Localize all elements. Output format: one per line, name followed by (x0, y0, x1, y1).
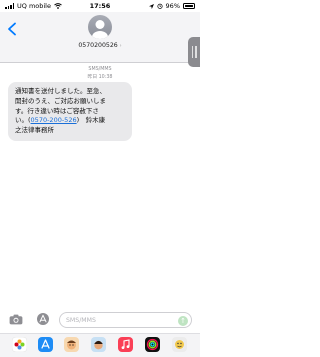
app-drawer (0, 333, 200, 357)
message-line: 開封のうえ、ご対応お願いしま (15, 96, 106, 105)
conversation-header: 0570200526 › (0, 12, 200, 63)
memoji-2-app-icon[interactable] (91, 337, 106, 352)
message-line: す。行き違い時はご容赦下さ (15, 106, 99, 115)
music-app-icon[interactable] (118, 337, 133, 352)
status-right: 96% (148, 0, 195, 12)
memoji-app-icon[interactable] (64, 337, 79, 352)
message-input[interactable]: SMS/MMS ↑ (59, 312, 192, 328)
photos-app-icon[interactable] (12, 337, 27, 352)
contact-details-chevron-icon: › (119, 43, 122, 49)
back-chevron-icon[interactable] (6, 22, 18, 36)
app-store-icon[interactable] (37, 313, 49, 325)
side-drag-handle[interactable] (188, 37, 200, 67)
appstore-app-icon[interactable] (38, 337, 53, 352)
service-label: SMS/MMS (88, 67, 112, 72)
message-text: い。( (15, 116, 31, 125)
game-app-icon[interactable] (172, 337, 187, 352)
alarm-icon (156, 3, 163, 9)
message-text: ) 鈴木康 (76, 116, 106, 125)
send-button[interactable]: ↑ (178, 316, 188, 326)
message-timestamp: 昨日 10:38 (87, 75, 113, 80)
message-line: 通知書を送付しました。至急、 (15, 87, 106, 95)
contact-number-label: 0570200526 (78, 42, 118, 49)
incoming-message-bubble[interactable]: 通知書を送付しました。至急、 開封のうえ、ご対応お願いしま す。行き違い時はご容… (8, 82, 132, 141)
message-line: い。(0570-200-526) 鈴木康 (15, 116, 125, 126)
fitness-app-icon[interactable] (145, 337, 160, 352)
input-placeholder: SMS/MMS (66, 317, 96, 324)
message-line: 之法律事務所 (15, 126, 54, 135)
phone-number-link[interactable]: 0570-200-526 (31, 116, 77, 124)
person-icon (92, 20, 108, 39)
contact-avatar[interactable] (88, 15, 112, 39)
message-composer: SMS/MMS ↑ (0, 309, 200, 331)
location-icon (148, 3, 154, 9)
battery-percent: 96% (165, 2, 180, 10)
contact-name[interactable]: 0570200526 › (0, 42, 200, 49)
camera-icon[interactable] (9, 314, 23, 325)
battery-icon (183, 3, 195, 9)
status-bar: UQ mobile 17:56 96% (0, 0, 200, 12)
